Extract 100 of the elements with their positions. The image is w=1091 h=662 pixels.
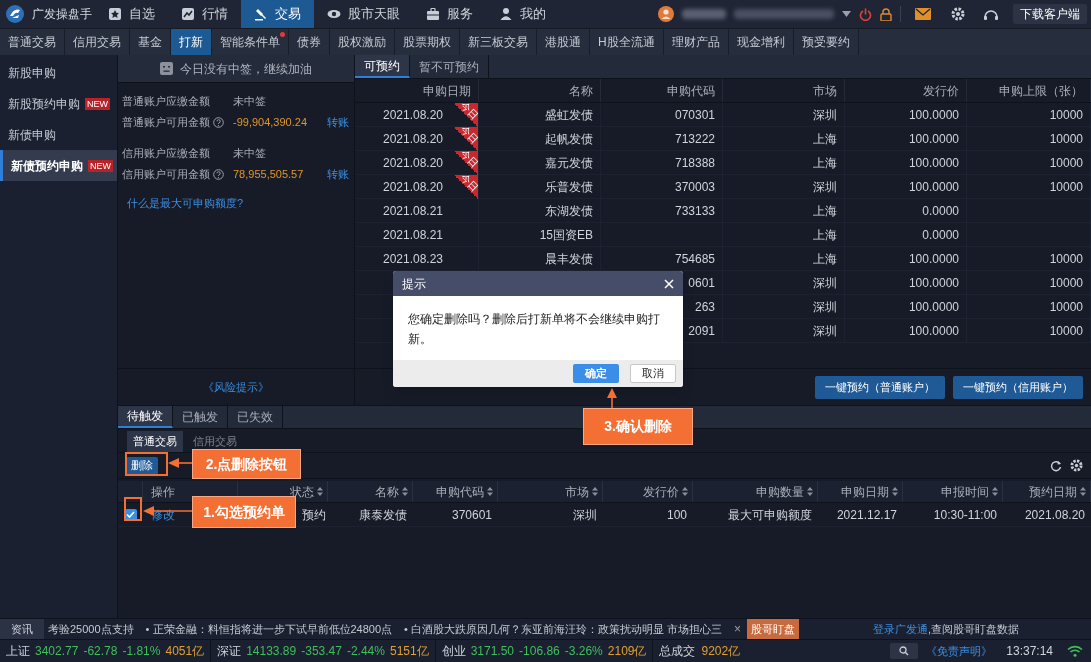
table-cell-text: 最大可申购额度	[728, 506, 812, 524]
lock-icon[interactable]	[880, 7, 892, 21]
account-tab[interactable]: 信用交易	[187, 431, 243, 452]
sidebar-item[interactable]: 新债预约申购 NEW	[0, 150, 117, 181]
sort-icon[interactable]	[592, 487, 598, 496]
sidebar-item[interactable]: 新股申购	[0, 57, 117, 88]
callout-label: 3.确认删除	[583, 408, 693, 445]
table-cell-text: 康泰发债	[359, 506, 407, 524]
table-cell-text: 100.0000	[908, 178, 959, 196]
highlight-frame	[124, 497, 142, 521]
table-cell-text: 100.0000	[908, 322, 959, 340]
new-badge: NEW	[88, 159, 113, 172]
corner-ribbon: 今日	[454, 103, 478, 127]
orders-tab[interactable]: 已失效	[228, 406, 283, 428]
corner-ribbon: 今日	[454, 127, 478, 151]
table-cell-text: 2021.08.21	[382, 202, 444, 220]
sort-icon[interactable]	[992, 487, 998, 496]
sort-icon[interactable]	[807, 487, 813, 496]
sort-icon[interactable]	[1080, 487, 1086, 496]
news-label: 资讯	[0, 619, 44, 639]
news-item[interactable]: • 白酒股大跌原因几何？东亚前海汪玲：政策扰动明显 市场担心三	[404, 620, 723, 638]
table-cell-text: 预约	[302, 506, 326, 524]
column-header: 申购代码	[667, 82, 715, 100]
sort-icon[interactable]	[892, 487, 898, 496]
table-cell-text: 713222	[674, 130, 715, 148]
disclaimer-link[interactable]: 《免责声明》	[926, 642, 993, 660]
highlight-frame	[125, 452, 168, 476]
column-header: 市场	[565, 483, 589, 501]
sort-icon[interactable]	[402, 487, 408, 496]
login-link[interactable]: 登录广发通	[872, 620, 928, 638]
index-change: -353.47	[301, 643, 342, 660]
transfer-link[interactable]: 转账	[327, 114, 350, 131]
download-button[interactable]: 下载客户端	[1013, 4, 1087, 24]
nav-tab[interactable]: 股市天眼	[314, 0, 413, 28]
table-cell-text: 754685	[674, 250, 715, 268]
help-link[interactable]: 什么是最大可申购额度?	[127, 195, 244, 212]
nav-tab[interactable]: 行情	[168, 0, 241, 28]
nav-tab[interactable]: 交易	[241, 0, 314, 28]
nav-tab[interactable]: 服务	[413, 0, 486, 28]
table-cell-text: 深圳	[813, 298, 837, 316]
account-tab[interactable]: 普通交易	[127, 431, 183, 452]
news-item[interactable]: 考验25000点支持	[48, 620, 134, 638]
sidebar-item[interactable]: 新债申购	[0, 119, 117, 150]
index-volume: 5151亿	[389, 643, 429, 660]
refresh-icon[interactable]	[1050, 459, 1062, 472]
nav-tab[interactable]: 我的	[486, 0, 559, 28]
close-icon[interactable]	[664, 278, 674, 289]
reserve-button[interactable]: 一键预约（信用账户）	[953, 375, 1083, 399]
table-cell-text: 上海	[813, 130, 837, 148]
corner-ribbon: 今日	[454, 151, 478, 175]
column-header: 申购日期	[423, 82, 471, 100]
table-cell-text: 深圳	[813, 106, 837, 124]
field-label: 信用账户应缴金额	[122, 146, 210, 162]
field-label: 普通账户可用金额	[122, 115, 210, 131]
table-cell-text: 2021.08.20	[382, 154, 444, 172]
settings-icon[interactable]	[951, 7, 965, 21]
table-cell-text: 100.0000	[908, 154, 959, 172]
caret-icon[interactable]	[842, 11, 851, 17]
sort-icon[interactable]	[487, 487, 493, 496]
total-label: 总成交	[659, 643, 696, 660]
table-tab[interactable]: 暂不可预约	[410, 55, 489, 78]
face-icon	[160, 62, 173, 75]
login-hint: ,查阅股哥盯盘数据	[927, 621, 1019, 637]
table-cell-text: 100.0000	[908, 250, 959, 268]
field-value: 未中签	[233, 146, 267, 162]
mail-icon[interactable]	[915, 8, 931, 20]
risk-link[interactable]: 《风险提示》	[203, 378, 269, 396]
sort-icon[interactable]	[682, 487, 688, 496]
column-header: 申购日期	[841, 483, 889, 501]
column-header: 名称	[569, 82, 593, 100]
sort-icon[interactable]	[317, 487, 323, 496]
delete-button[interactable]: 删除	[126, 456, 158, 475]
table-cell-text: 718388	[674, 154, 715, 172]
dialog-button[interactable]: 取消	[630, 364, 676, 383]
blurred-name	[682, 9, 726, 19]
table-cell-text: 嘉元发债	[545, 154, 593, 172]
transfer-link[interactable]: 转账	[327, 166, 350, 183]
nav-tab[interactable]: 自选	[95, 0, 168, 28]
search-button[interactable]	[890, 643, 919, 659]
table-cell-text: 10000	[1049, 322, 1083, 340]
headset-icon[interactable]	[983, 8, 999, 20]
settings-icon[interactable]	[1070, 459, 1083, 472]
new-badge: NEW	[85, 97, 110, 110]
news-item[interactable]: • 正荣金融：料恒指将进一步下试早前低位24800点	[145, 620, 393, 638]
power-icon[interactable]	[859, 7, 872, 21]
sub-tab[interactable]: 打新	[171, 29, 212, 55]
app-title: 广发操盘手	[32, 6, 92, 23]
close-button[interactable]: ×	[734, 620, 742, 638]
gavel-icon	[254, 7, 268, 21]
orders-tab[interactable]: 已触发	[173, 406, 228, 428]
reserve-button[interactable]: 一键预约（普通账户）	[815, 375, 945, 399]
column-header: 发行价	[643, 483, 679, 501]
table-cell-text: 2021.12.17	[836, 506, 897, 524]
table-cell-text: 2021.08.21	[382, 226, 444, 244]
orders-tab[interactable]: 待触发	[118, 406, 173, 428]
table-tab[interactable]: 可预约	[355, 55, 410, 78]
sidebar-item[interactable]: 新股预约申购 NEW	[0, 88, 117, 119]
index-change: -106.86	[519, 643, 560, 660]
briefcase-icon	[426, 7, 440, 21]
table-cell-text: 东湖发债	[545, 202, 593, 220]
